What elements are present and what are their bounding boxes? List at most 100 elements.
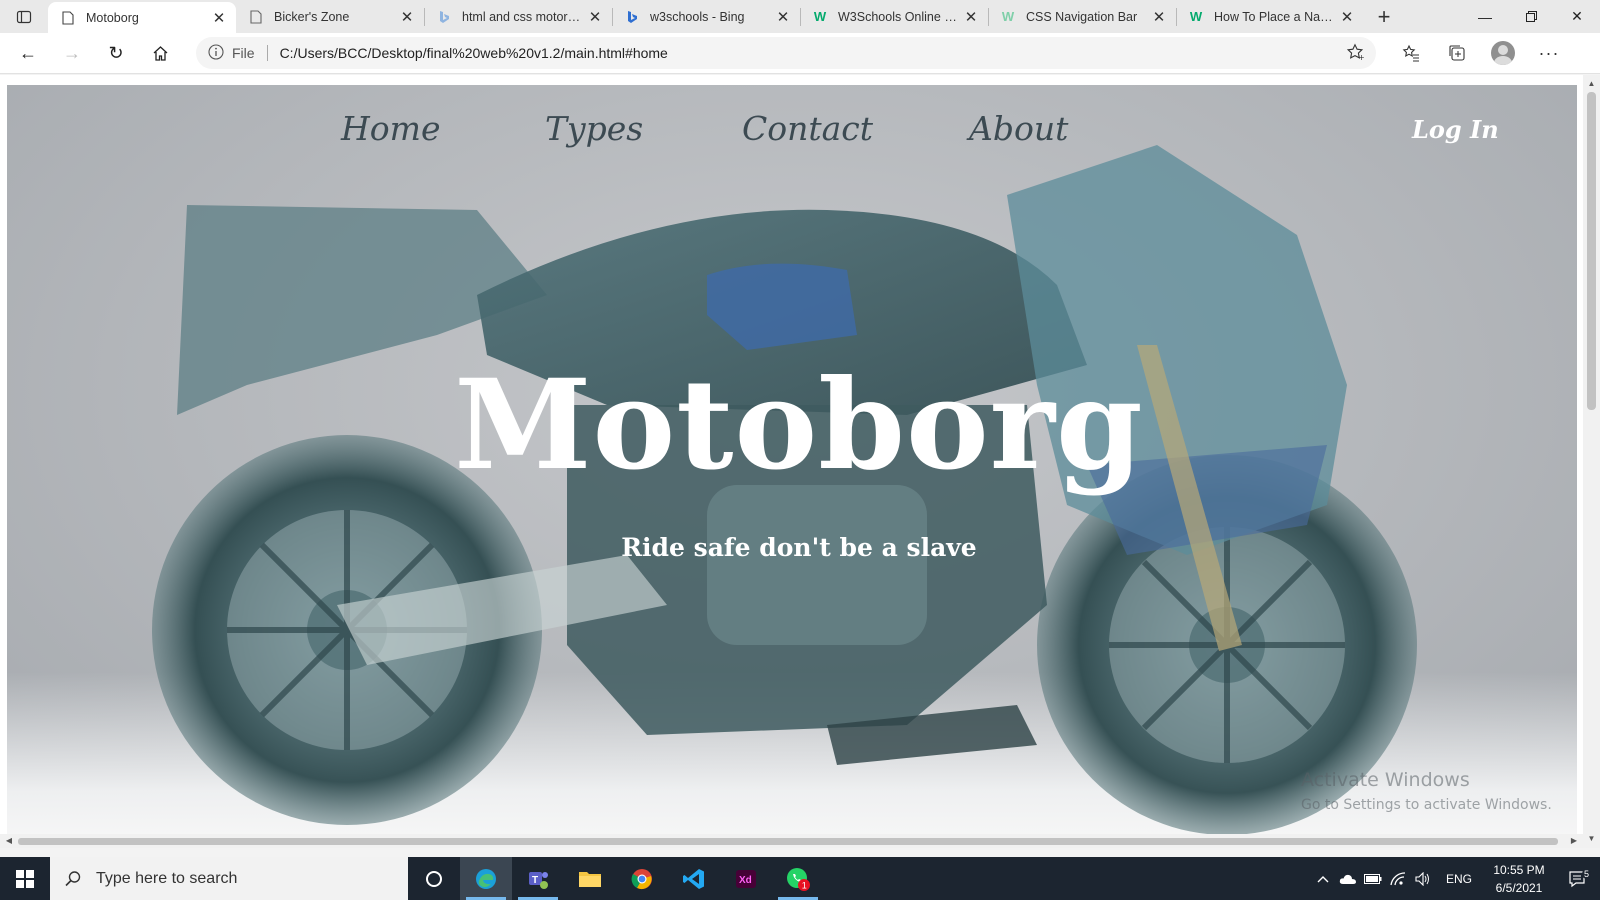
whatsapp-icon[interactable]: 1 bbox=[772, 857, 824, 900]
page-icon bbox=[60, 10, 76, 26]
tab-motoborg[interactable]: Motoborg ✕ bbox=[48, 2, 236, 33]
tab-w3schools-3[interactable]: W How To Place a Navigation ✕ bbox=[1176, 0, 1364, 33]
system-tray: ENG 10:55 PM 6/5/2021 5 bbox=[1311, 857, 1600, 900]
avatar-icon bbox=[1491, 41, 1515, 65]
vertical-scroll-thumb[interactable] bbox=[1587, 92, 1596, 410]
page-icon bbox=[248, 9, 264, 25]
wifi-icon[interactable] bbox=[1386, 871, 1411, 886]
hero-section: Home Types Contact About Log In Motoborg… bbox=[7, 85, 1577, 842]
collections-icon[interactable] bbox=[1434, 37, 1480, 69]
adobe-xd-icon[interactable]: Xd bbox=[720, 857, 772, 900]
svg-text:T: T bbox=[532, 875, 538, 886]
toolbar-actions: ··· bbox=[1388, 37, 1572, 69]
nav-types-link[interactable]: Types bbox=[545, 109, 643, 148]
tab-title: Motoborg bbox=[86, 10, 139, 25]
nav-contact-link[interactable]: Contact bbox=[742, 109, 873, 148]
tab-title: CSS Navigation Bar bbox=[1026, 9, 1138, 24]
site-nav: Home Types Contact About Log In bbox=[7, 109, 1577, 153]
scroll-up-arrow-icon[interactable]: ▲ bbox=[1583, 77, 1600, 91]
add-favorite-icon[interactable]: + bbox=[1346, 43, 1365, 64]
tab-bing-search-1[interactable]: html and css motorcycle ✕ bbox=[424, 0, 612, 33]
watermark-title: Activate Windows bbox=[1301, 769, 1470, 791]
start-button[interactable] bbox=[0, 857, 50, 900]
search-placeholder: Type here to search bbox=[96, 869, 238, 887]
url-text[interactable]: C:/Users/BCC/Desktop/final%20web%20v1.2/… bbox=[280, 45, 1346, 61]
file-explorer-icon[interactable] bbox=[564, 857, 616, 900]
tab-title: W3Schools Online Web bbox=[838, 9, 962, 24]
whatsapp-badge: 1 bbox=[802, 880, 807, 890]
new-tab-button[interactable]: + bbox=[1364, 0, 1404, 33]
onedrive-icon[interactable] bbox=[1336, 873, 1361, 885]
search-icon bbox=[65, 870, 81, 886]
profile-avatar[interactable] bbox=[1480, 37, 1526, 69]
w3schools-icon: W bbox=[1001, 9, 1015, 24]
w3schools-icon: W bbox=[813, 9, 827, 24]
vscode-icon[interactable] bbox=[668, 857, 720, 900]
close-tab-icon[interactable]: ✕ bbox=[586, 8, 604, 26]
teams-icon[interactable]: T bbox=[512, 857, 564, 900]
clock[interactable]: 10:55 PM 6/5/2021 bbox=[1484, 861, 1554, 897]
taskbar-search-box[interactable]: Type here to search bbox=[50, 857, 408, 900]
tab-w3schools-1[interactable]: W W3Schools Online Web ✕ bbox=[800, 0, 988, 33]
favorites-icon[interactable] bbox=[1388, 37, 1434, 69]
cortana-icon[interactable] bbox=[408, 857, 460, 900]
horizontal-scrollbar[interactable]: ◀ ▶ bbox=[0, 834, 1583, 848]
close-tab-icon[interactable]: ✕ bbox=[1150, 8, 1168, 26]
close-tab-icon[interactable]: ✕ bbox=[774, 8, 792, 26]
divider bbox=[266, 45, 268, 61]
tab-bickers-zone[interactable]: Bicker's Zone ✕ bbox=[236, 0, 424, 33]
scheme-label: File bbox=[232, 45, 255, 61]
nav-about-link[interactable]: About bbox=[969, 109, 1068, 148]
close-tab-icon[interactable]: ✕ bbox=[962, 8, 980, 26]
w3schools-icon: W bbox=[1189, 9, 1203, 24]
tab-actions-button[interactable] bbox=[0, 0, 48, 33]
browser-tab-strip: Motoborg ✕ Bicker's Zone ✕ html and css … bbox=[0, 0, 1600, 33]
windows-logo-icon bbox=[16, 869, 34, 888]
clock-date: 6/5/2021 bbox=[1495, 880, 1543, 895]
scroll-left-arrow-icon[interactable]: ◀ bbox=[2, 834, 16, 848]
nav-home-link[interactable]: Home bbox=[341, 109, 440, 148]
language-indicator[interactable]: ENG bbox=[1446, 872, 1472, 886]
more-options-icon[interactable]: ··· bbox=[1526, 37, 1572, 69]
close-tab-icon[interactable]: ✕ bbox=[210, 9, 228, 27]
tab-w3schools-2[interactable]: W CSS Navigation Bar ✕ bbox=[988, 0, 1176, 33]
clock-time: 10:55 PM bbox=[1493, 862, 1545, 877]
tab-title: w3schools - Bing bbox=[650, 9, 745, 24]
address-bar[interactable]: File C:/Users/BCC/Desktop/final%20web%20… bbox=[196, 37, 1376, 69]
refresh-icon[interactable]: ↻ bbox=[94, 37, 138, 69]
back-arrow-icon[interactable]: ← bbox=[6, 37, 50, 69]
scroll-right-arrow-icon[interactable]: ▶ bbox=[1567, 834, 1581, 848]
activate-windows-watermark: Activate Windows Go to Settings to activ… bbox=[1301, 769, 1552, 813]
tab-title: html and css motorcycle bbox=[462, 9, 586, 24]
window-controls: — ✕ bbox=[1462, 0, 1600, 33]
watermark-subtitle: Go to Settings to activate Windows. bbox=[1301, 797, 1552, 813]
close-tab-icon[interactable]: ✕ bbox=[1338, 8, 1356, 26]
svg-text:Xd: Xd bbox=[739, 875, 752, 886]
login-link[interactable]: Log In bbox=[1412, 115, 1499, 144]
notification-count: 5 bbox=[1581, 868, 1591, 879]
tab-title: How To Place a Navigation bbox=[1214, 9, 1338, 24]
notification-center-button[interactable]: 5 bbox=[1554, 868, 1600, 888]
bing-icon bbox=[436, 9, 452, 25]
info-icon[interactable] bbox=[208, 43, 224, 63]
tab-bing-search-2[interactable]: w3schools - Bing ✕ bbox=[612, 0, 800, 33]
hero-title: Motoborg bbox=[454, 353, 1144, 498]
volume-icon[interactable] bbox=[1411, 871, 1436, 886]
close-window-icon[interactable]: ✕ bbox=[1554, 0, 1600, 33]
scroll-down-arrow-icon[interactable]: ▼ bbox=[1583, 832, 1600, 846]
forward-arrow-icon[interactable]: → bbox=[50, 37, 94, 69]
bing-icon bbox=[624, 9, 640, 25]
vertical-scrollbar[interactable]: ▲ ▼ bbox=[1583, 75, 1600, 848]
chrome-icon[interactable] bbox=[616, 857, 668, 900]
tab-actions-icon bbox=[16, 10, 32, 23]
minimize-icon[interactable]: — bbox=[1462, 0, 1508, 33]
tab-title: Bicker's Zone bbox=[274, 9, 350, 24]
edge-icon[interactable] bbox=[460, 857, 512, 900]
chevron-up-icon[interactable] bbox=[1311, 875, 1336, 883]
browser-toolbar: ← → ↻ File C:/Users/BCC/Desktop/final%20… bbox=[0, 33, 1600, 74]
home-icon[interactable] bbox=[138, 37, 182, 69]
battery-icon[interactable] bbox=[1361, 873, 1386, 884]
close-tab-icon[interactable]: ✕ bbox=[398, 8, 416, 26]
horizontal-scroll-thumb[interactable] bbox=[18, 838, 1558, 845]
restore-icon[interactable] bbox=[1508, 0, 1554, 33]
